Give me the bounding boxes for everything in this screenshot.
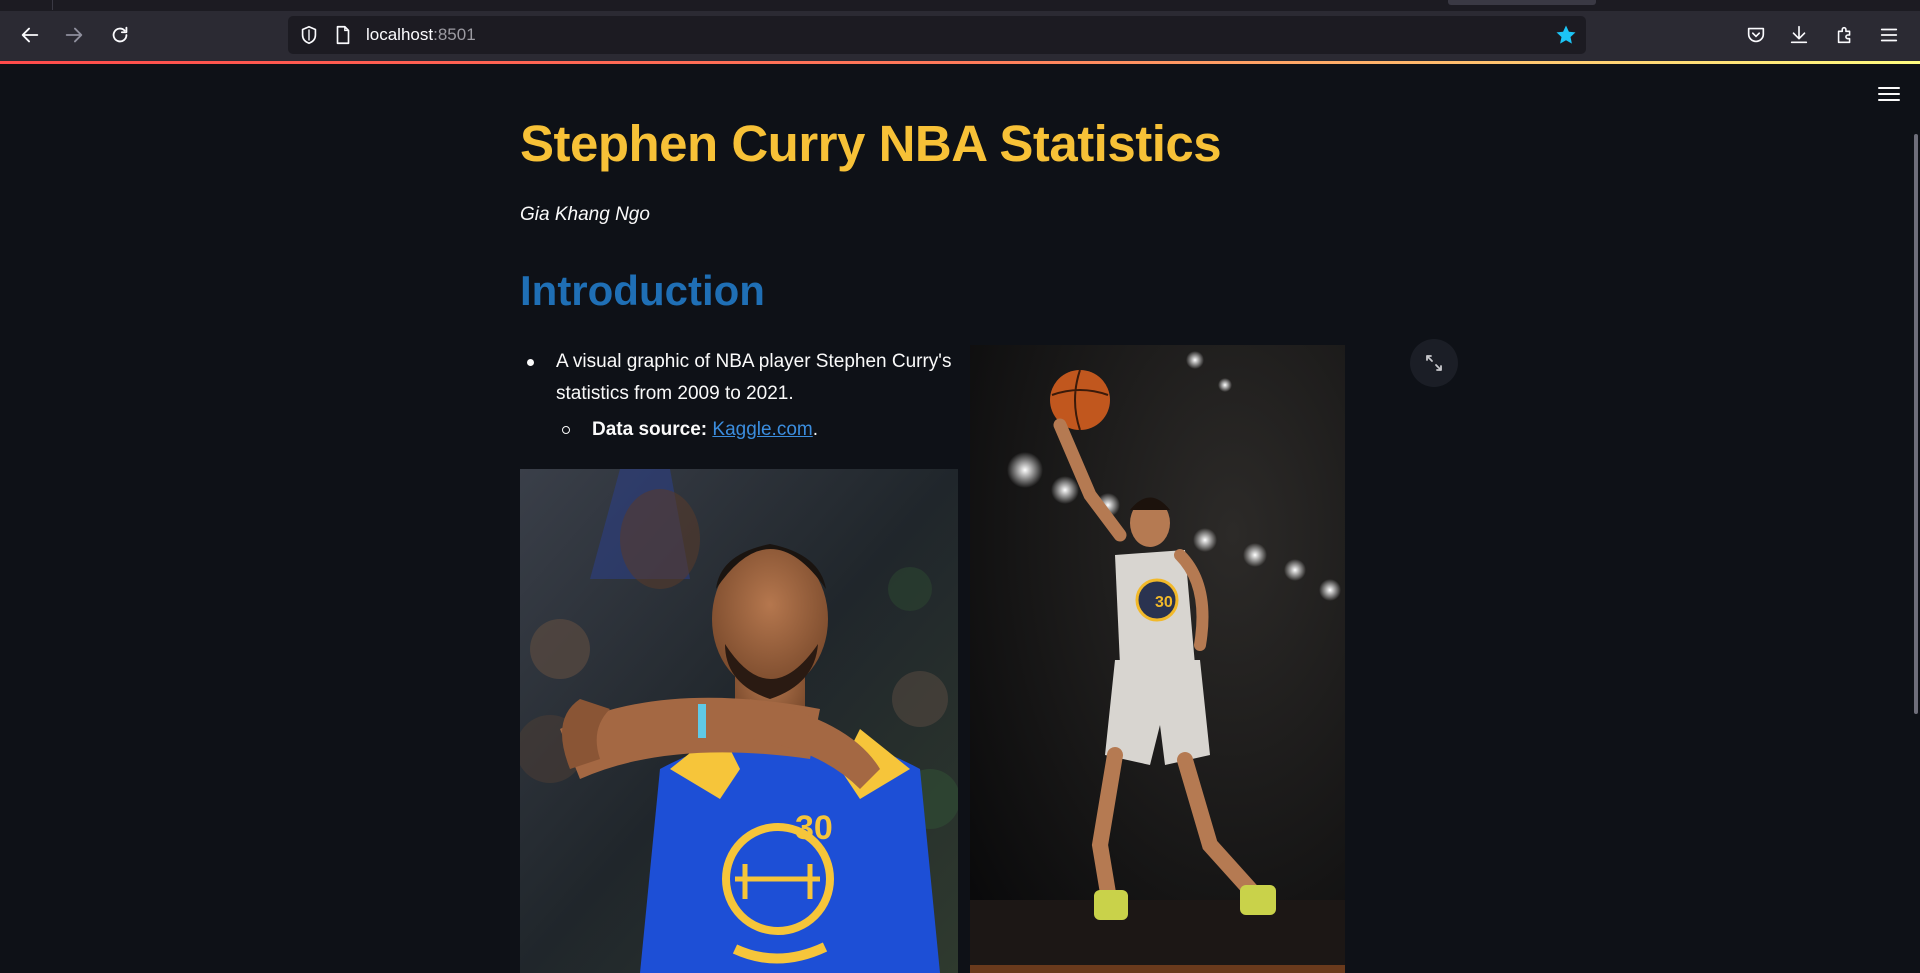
curry-blue-jersey-image: 30 (520, 469, 958, 973)
curry-photo-layup: 30 (970, 345, 1345, 973)
browser-toolbar: localhost:8501 (0, 11, 1920, 61)
list-item-source: Data source: Kaggle.com. (520, 414, 960, 446)
pocket-icon (1747, 27, 1765, 43)
svg-text:30: 30 (1155, 594, 1173, 611)
app-menu-button[interactable] (1874, 20, 1904, 50)
svg-text:30: 30 (795, 809, 833, 847)
url-port: :8501 (433, 25, 476, 44)
fullscreen-icon (1426, 355, 1442, 371)
author-name: Gia Khang Ngo (520, 204, 650, 225)
app-main: Stephen Curry NBA Statistics Gia Khang N… (0, 64, 1920, 973)
address-bar[interactable]: localhost:8501 (288, 16, 1586, 54)
list-item: A visual graphic of NBA player Stephen C… (520, 346, 960, 410)
tab-separator (52, 0, 53, 10)
download-icon (1790, 25, 1808, 44)
downloads-button[interactable] (1784, 20, 1814, 50)
data-source-suffix: . (812, 419, 819, 440)
intro-bullet-list: A visual graphic of NBA player Stephen C… (520, 346, 960, 446)
reload-button[interactable] (103, 18, 137, 52)
pocket-button[interactable] (1741, 20, 1771, 50)
section-heading: Introduction (520, 267, 765, 314)
shield-icon[interactable] (298, 24, 320, 46)
tab-strip (0, 0, 1920, 11)
data-source-label: Data source: (592, 419, 708, 440)
extensions-icon (1837, 26, 1851, 44)
curry-photo-blue-jersey: 30 (520, 469, 958, 973)
active-tab-indicator[interactable] (1448, 0, 1596, 5)
extensions-button[interactable] (1830, 20, 1860, 50)
url-text[interactable]: localhost:8501 (366, 25, 476, 45)
url-host: localhost (366, 25, 434, 44)
forward-button[interactable] (57, 18, 91, 52)
page-icon[interactable] (332, 24, 354, 46)
hamburger-icon[interactable] (1878, 85, 1900, 103)
bookmark-star-icon[interactable] (1554, 23, 1578, 47)
curry-layup-image: 30 (970, 345, 1345, 973)
page-title: Stephen Curry NBA Statistics (520, 115, 1222, 172)
back-arrow-icon (21, 27, 39, 43)
forward-arrow-icon (65, 27, 83, 43)
fullscreen-button[interactable] (1410, 339, 1458, 387)
reload-icon (112, 26, 128, 43)
back-button[interactable] (13, 18, 47, 52)
kaggle-link[interactable]: Kaggle.com (712, 419, 812, 440)
scrollbar[interactable] (1914, 134, 1918, 714)
menu-icon (1880, 28, 1898, 42)
